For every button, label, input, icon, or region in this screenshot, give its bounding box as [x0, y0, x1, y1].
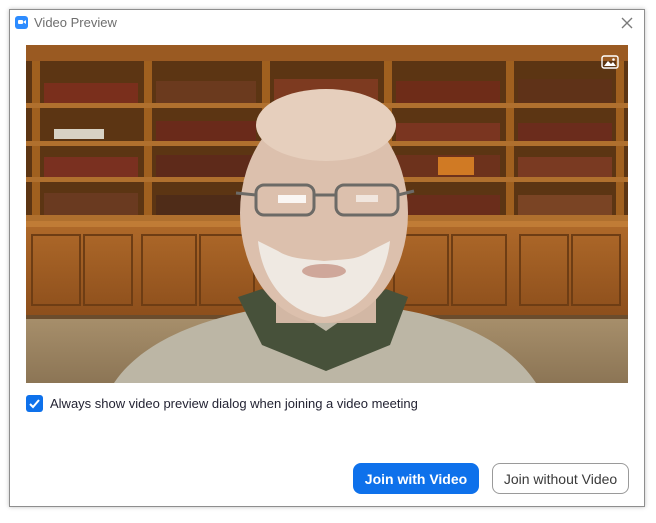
- check-icon: [29, 399, 40, 409]
- camera-feed: [26, 45, 628, 383]
- image-icon: [601, 55, 619, 69]
- zoom-camera-icon: [15, 16, 28, 29]
- join-without-video-button[interactable]: Join without Video: [492, 463, 629, 494]
- video-preview-dialog: Video Preview Always show video preview …: [9, 9, 645, 507]
- join-with-video-button[interactable]: Join with Video: [353, 463, 479, 494]
- background-toggle-button[interactable]: [601, 55, 619, 69]
- window-title: Video Preview: [34, 15, 117, 30]
- title-bar: Video Preview: [10, 10, 644, 36]
- always-show-preview-checkbox[interactable]: [26, 395, 43, 412]
- close-button[interactable]: [616, 12, 638, 34]
- close-icon: [621, 17, 633, 29]
- video-preview: [26, 45, 628, 383]
- always-show-preview-label[interactable]: Always show video preview dialog when jo…: [50, 396, 418, 411]
